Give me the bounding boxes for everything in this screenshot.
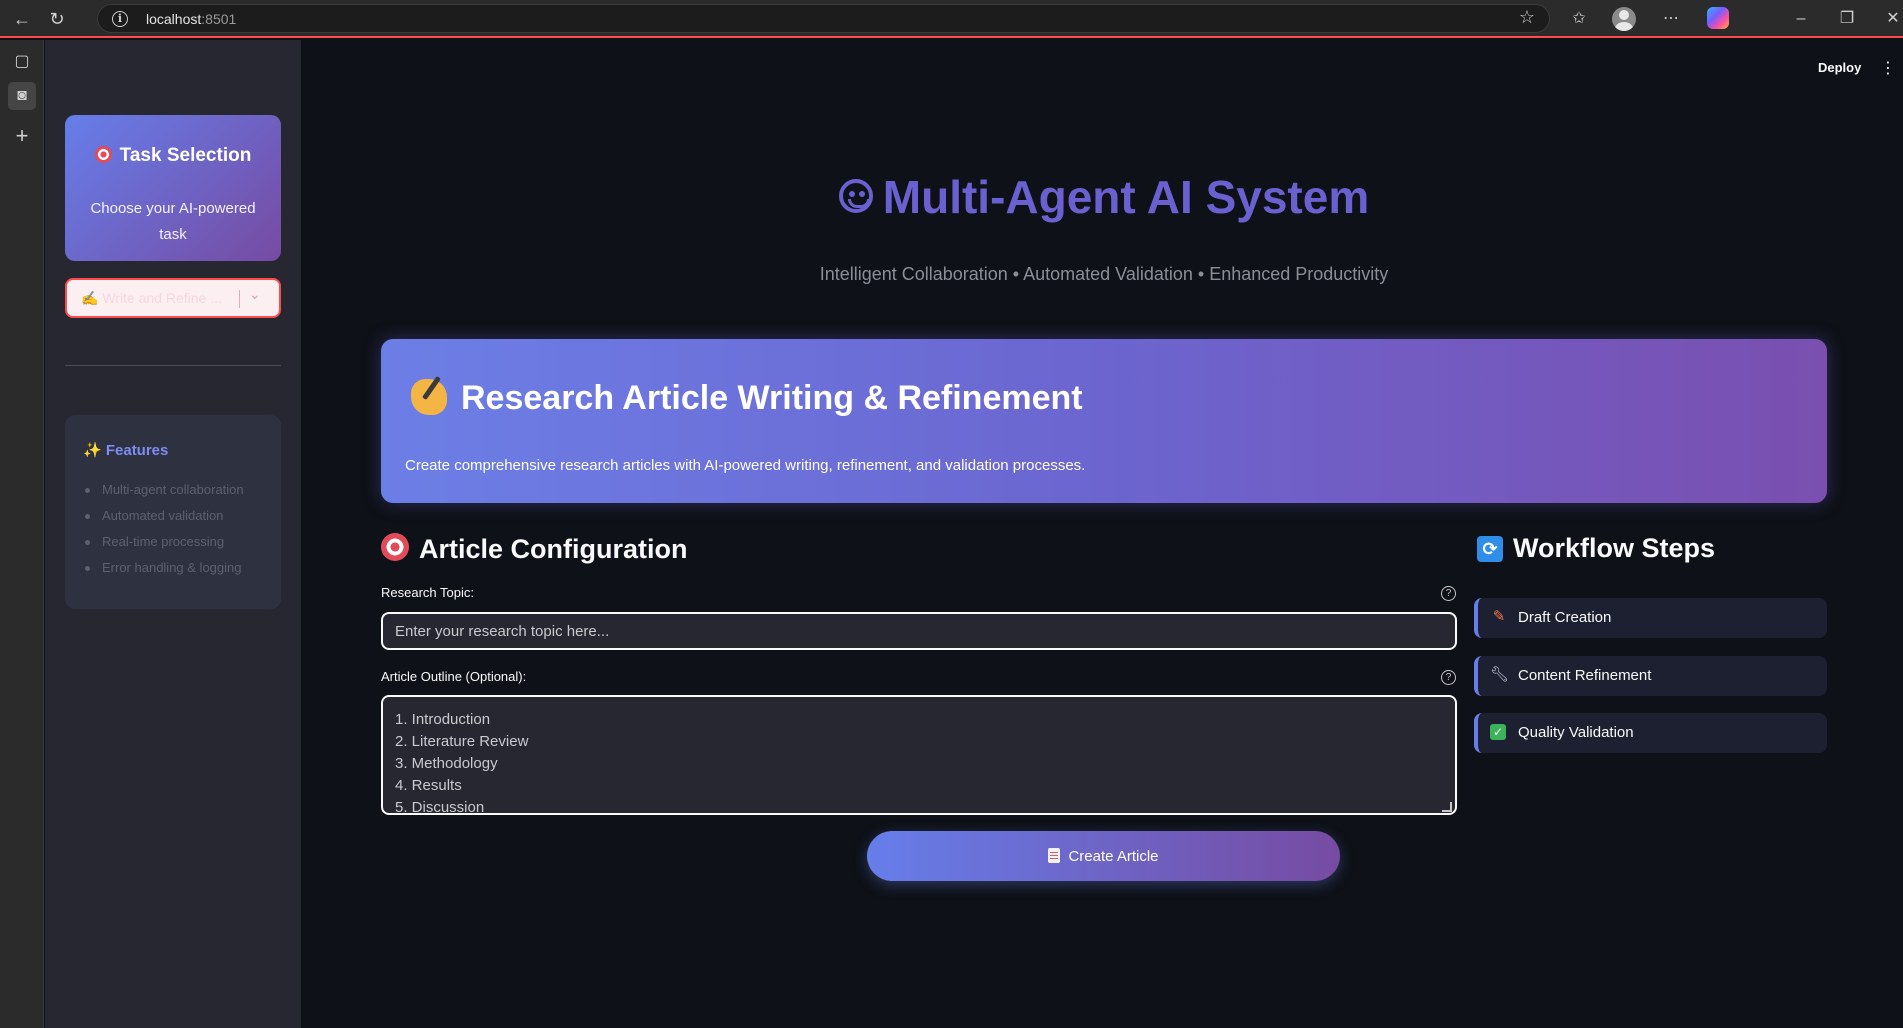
sidebar: Task Selection Choose your AI-powered ta… <box>45 40 301 1028</box>
workflow-steps-heading: ⟳ Workflow Steps <box>1477 533 1715 564</box>
help-icon[interactable]: ? <box>1441 586 1456 601</box>
pencil-icon: ✎ <box>1492 608 1506 625</box>
sidebar-divider <box>65 365 281 366</box>
writing-hand-icon <box>411 379 447 415</box>
article-configuration-heading: Article Configuration <box>381 533 688 565</box>
task-selection-title: Task Selection <box>65 145 281 167</box>
favorite-star-icon[interactable]: ☆ <box>1519 7 1535 28</box>
article-outline-textarea[interactable] <box>381 695 1457 815</box>
task-select-value: ✍️ Write and Refine ... <box>81 290 222 306</box>
workflow-step-label: Draft Creation <box>1518 609 1612 626</box>
task-selection-title-text: Task Selection <box>119 145 252 166</box>
main-menu-icon[interactable]: ⋮ <box>1880 58 1896 78</box>
site-info-icon[interactable]: i <box>112 11 128 27</box>
page-title: Multi-Agent AI System <box>381 170 1827 224</box>
copilot-icon[interactable] <box>1707 7 1729 29</box>
feature-item: Automated validation <box>83 503 244 529</box>
new-tab-icon[interactable]: + <box>8 122 36 150</box>
workflow-step-card: ✓ Quality Validation <box>1474 713 1827 753</box>
article-outline-label: Article Outline (Optional): <box>381 669 527 684</box>
task-select-dropdown[interactable]: ✍️ Write and Refine ... ⌄ <box>65 278 281 318</box>
back-icon[interactable]: ← <box>10 7 34 31</box>
select-separator <box>239 290 240 308</box>
task-selection-card: Task Selection Choose your AI-powered ta… <box>65 115 281 261</box>
workflow-step-card: ✎ Draft Creation <box>1474 598 1827 638</box>
feature-item: Multi-agent collaboration <box>83 477 244 503</box>
features-card: ✨ Features Multi-agent collaboration Aut… <box>65 415 281 609</box>
wrench-icon: 🔧︎ <box>1490 666 1510 683</box>
profile-avatar-icon[interactable] <box>1612 7 1636 31</box>
streamlit-tab-icon[interactable]: ◙ <box>8 82 36 110</box>
help-icon[interactable]: ? <box>1441 670 1456 685</box>
url-port: :8501 <box>201 11 237 27</box>
workflow-step-label: Content Refinement <box>1518 667 1652 684</box>
robot-icon <box>838 179 873 213</box>
research-topic-input[interactable] <box>381 612 1457 650</box>
chevron-down-icon[interactable]: ⌄ <box>249 286 261 303</box>
workflow-steps-heading-text: Workflow Steps <box>1513 533 1716 563</box>
feature-item: Real-time processing <box>83 529 244 555</box>
hero-banner: Research Article Writing & Refinement Cr… <box>381 339 1827 503</box>
workflow-step-card: 🔧︎ Content Refinement <box>1474 656 1827 696</box>
task-selection-subtitle: Choose your AI-powered task <box>90 200 256 243</box>
close-window-icon[interactable]: ✕ <box>1880 6 1903 32</box>
page-subtitle: Intelligent Collaboration • Automated Va… <box>819 264 1389 284</box>
article-configuration-heading-text: Article Configuration <box>419 534 688 564</box>
address-bar[interactable]: i localhost:8501 ☆ <box>97 4 1550 33</box>
create-article-button[interactable]: Create Article <box>867 831 1340 881</box>
url-text: localhost:8501 <box>146 11 236 27</box>
workflow-step-label: Quality Validation <box>1518 724 1634 741</box>
tab-actions-icon[interactable]: ▢ <box>8 48 36 76</box>
hero-title: Research Article Writing & Refinement <box>411 379 1083 418</box>
memo-icon <box>1048 847 1061 863</box>
hero-description: Create comprehensive research articles w… <box>405 457 1086 474</box>
reload-icon[interactable]: ↻ <box>45 7 69 31</box>
url-host: localhost <box>146 11 202 27</box>
target-icon <box>94 146 112 163</box>
create-article-button-label: Create Article <box>1068 847 1159 865</box>
more-options-icon[interactable]: ⋯ <box>1658 6 1684 32</box>
browser-toolbar: ← ↻ i localhost:8501 ☆ ✩ ⋯ – ❐ ✕ <box>0 0 1903 38</box>
favorites-icon[interactable]: ✩ <box>1566 6 1592 32</box>
features-list: Multi-agent collaboration Automated vali… <box>83 477 244 581</box>
restore-icon[interactable]: ❐ <box>1834 6 1860 32</box>
direct-hit-icon <box>381 533 409 561</box>
refresh-icon: ⟳ <box>1477 536 1503 562</box>
hero-title-text: Research Article Writing & Refinement <box>461 379 1083 417</box>
research-topic-label: Research Topic: <box>381 585 474 600</box>
checkmark-icon: ✓ <box>1490 724 1506 740</box>
browser-side-strip: ▢ ◙ + <box>0 40 44 1028</box>
deploy-button[interactable]: Deploy <box>1818 60 1861 75</box>
feature-item: Error handling & logging <box>83 555 244 581</box>
features-title: ✨ Features <box>83 442 169 459</box>
minimize-icon[interactable]: – <box>1788 6 1814 32</box>
page-title-text: Multi-Agent AI System <box>882 171 1370 223</box>
resize-handle-icon[interactable] <box>1442 802 1452 812</box>
